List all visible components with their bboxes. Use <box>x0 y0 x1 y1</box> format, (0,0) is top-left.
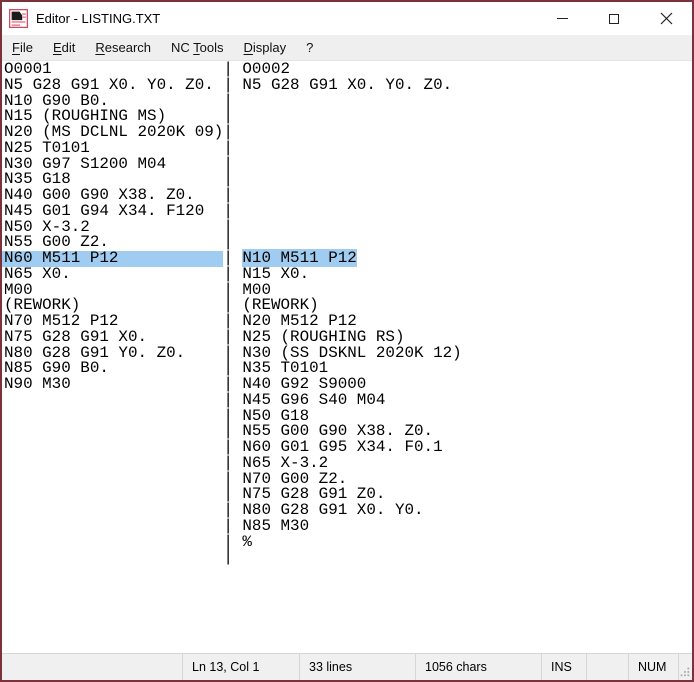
column-separator: | <box>223 550 233 566</box>
editor-line[interactable]: |N60 G01 G95 X34. F0.1 <box>2 440 692 456</box>
maximize-button[interactable] <box>588 2 640 35</box>
app-icon[interactable] <box>9 9 28 28</box>
status-numlock: NUM <box>629 654 679 680</box>
status-char-count: 1056 chars <box>416 654 542 680</box>
status-bar: Ln 13, Col 1 33 lines 1056 chars INS NUM <box>2 653 692 680</box>
minimize-button[interactable] <box>536 2 588 35</box>
editor-line[interactable]: | <box>2 550 692 566</box>
editor-content[interactable]: O0001|O0002N5 G28 G91 X0. Y0. Z0.|N5 G28… <box>2 61 692 653</box>
menu-bar: File Edit Research NC Tools Display ? <box>2 35 692 61</box>
editor-line[interactable]: N30 G97 S1200 M04| <box>2 157 692 173</box>
maximize-icon <box>609 14 619 24</box>
editor-line[interactable]: N45 G01 G94 X34. F120| <box>2 204 692 220</box>
editor-line[interactable]: N20 (MS DCLNL 2020K 09)| <box>2 125 692 141</box>
menu-display[interactable]: Display <box>234 36 297 59</box>
resize-grip-icon <box>679 665 690 678</box>
editor-line[interactable]: |% <box>2 535 692 551</box>
editor-line[interactable]: N65 X0.|N15 X0. <box>2 267 692 283</box>
status-insert-mode: INS <box>542 654 587 680</box>
editor-line[interactable]: |N45 G96 S40 M04 <box>2 393 692 409</box>
close-icon <box>660 12 673 25</box>
menu-edit[interactable]: Edit <box>43 36 85 59</box>
editor-window: Editor - LISTING.TXT File Edit Research … <box>0 0 694 682</box>
status-spacer <box>587 654 629 680</box>
editor-line[interactable]: M00|M00 <box>2 283 692 299</box>
menu-help[interactable]: ? <box>296 36 323 59</box>
status-message-area <box>2 654 183 680</box>
menu-research[interactable]: Research <box>85 36 161 59</box>
editor-line[interactable]: |N85 M30 <box>2 519 692 535</box>
right-column-code: % <box>233 535 252 551</box>
title-bar: Editor - LISTING.TXT <box>2 2 692 35</box>
menu-nc-tools[interactable]: NC Tools <box>161 36 234 59</box>
left-column-code: N90 M30 <box>4 377 223 393</box>
minimize-icon <box>557 18 568 19</box>
close-button[interactable] <box>640 2 692 35</box>
editor-line[interactable]: |N80 G28 G91 X0. Y0. <box>2 503 692 519</box>
menu-file[interactable]: File <box>2 36 43 59</box>
window-title: Editor - LISTING.TXT <box>36 11 536 26</box>
right-column-code: N5 G28 G91 X0. Y0. Z0. <box>233 78 452 94</box>
status-cursor-position: Ln 13, Col 1 <box>183 654 300 680</box>
status-line-count: 33 lines <box>300 654 416 680</box>
editor-line[interactable]: N60 M511 P12|N10 M511 P12 <box>2 251 692 267</box>
resize-grip[interactable] <box>679 654 692 680</box>
left-column-code: N65 X0. <box>4 267 223 283</box>
